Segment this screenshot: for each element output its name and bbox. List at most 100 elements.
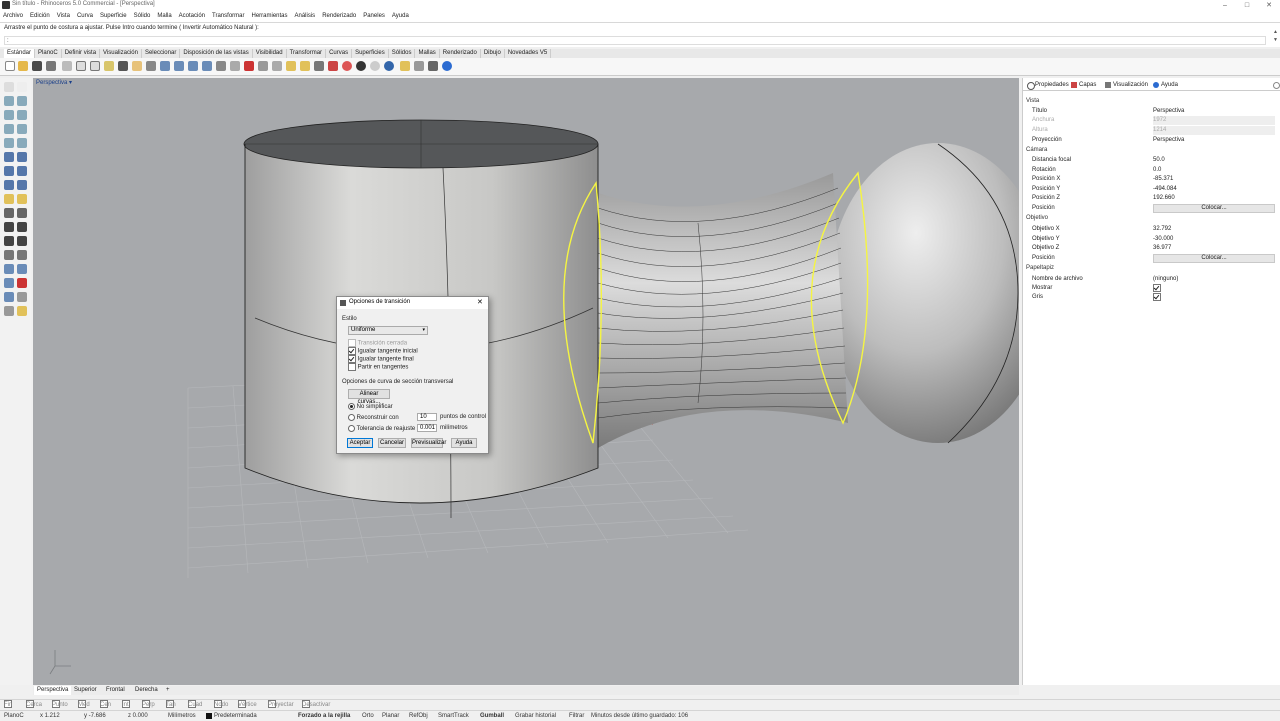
- arc-icon[interactable]: [17, 138, 27, 148]
- split-icon[interactable]: [17, 222, 27, 232]
- control-points-icon[interactable]: [4, 292, 14, 302]
- maximize-button[interactable]: □: [1236, 0, 1258, 11]
- cut-icon[interactable]: [76, 61, 86, 71]
- fillet-surface-icon[interactable]: [17, 194, 27, 204]
- blend-surface-icon[interactable]: [4, 194, 14, 204]
- box-icon[interactable]: [4, 166, 14, 176]
- print-icon[interactable]: [46, 61, 56, 71]
- vtab-superior[interactable]: Superior: [71, 686, 100, 695]
- menu-archivo[interactable]: Archivo: [3, 11, 23, 22]
- objz-value[interactable]: 36.977: [1153, 244, 1275, 253]
- vtab-add[interactable]: +: [163, 686, 173, 695]
- undo-icon[interactable]: [118, 61, 128, 71]
- tab-visualizacion[interactable]: Visualización: [100, 49, 142, 58]
- help-button[interactable]: Ayuda: [451, 438, 477, 448]
- closed-blend-option[interactable]: Transición cerrada: [348, 339, 407, 347]
- match-start-option[interactable]: Igualar tangente inicial: [348, 347, 418, 355]
- zoom-window-icon[interactable]: [174, 61, 184, 71]
- tab-definir-vista[interactable]: Definir vista: [62, 49, 101, 58]
- viewport-scene[interactable]: [33, 78, 1019, 685]
- split-option[interactable]: Partir en tangentes: [348, 363, 408, 371]
- select-arrow-icon[interactable]: [4, 82, 14, 92]
- menu-solido[interactable]: Sólido: [134, 11, 151, 22]
- close-button[interactable]: ✕: [1258, 0, 1280, 11]
- paste-icon[interactable]: [104, 61, 114, 71]
- objy-value[interactable]: -30.000: [1153, 235, 1275, 244]
- rebuild-points-input[interactable]: 10: [417, 413, 437, 421]
- focal-value[interactable]: 50.0: [1153, 156, 1275, 165]
- tab-seleccionar[interactable]: Seleccionar: [142, 49, 181, 58]
- open-folder-icon[interactable]: [18, 61, 28, 71]
- menu-acotacion[interactable]: Acotación: [179, 11, 205, 22]
- tab-disposicion[interactable]: Disposición de las vistas: [180, 49, 253, 58]
- style-dropdown[interactable]: Uniforme ▾: [348, 326, 428, 335]
- menu-malla[interactable]: Malla: [157, 11, 171, 22]
- menu-superficie[interactable]: Superficie: [100, 11, 127, 22]
- point-icon[interactable]: [17, 82, 27, 92]
- rebuild-radio[interactable]: [348, 414, 355, 421]
- menu-paneles[interactable]: Paneles: [363, 11, 385, 22]
- proyeccion-dropdown[interactable]: Perspectiva: [1153, 136, 1275, 145]
- new-file-icon[interactable]: [5, 61, 15, 71]
- scale-icon[interactable]: [4, 278, 14, 288]
- tab-visibilidad[interactable]: Visibilidad: [253, 49, 287, 58]
- surface-icon[interactable]: [4, 152, 14, 162]
- preview-button[interactable]: Previsualizar: [411, 438, 446, 448]
- tolerance-radio[interactable]: [348, 425, 355, 432]
- join-icon[interactable]: [4, 236, 14, 246]
- ok-button[interactable]: Aceptar: [347, 438, 373, 448]
- import-icon[interactable]: [62, 61, 72, 71]
- zoom-extents-icon[interactable]: [188, 61, 198, 71]
- environment-sphere-icon[interactable]: [384, 61, 394, 71]
- menu-edicion[interactable]: Edición: [30, 11, 50, 22]
- show-objects-icon[interactable]: [300, 61, 310, 71]
- tab-display[interactable]: Visualización: [1113, 80, 1148, 90]
- cplane-icon[interactable]: [4, 306, 14, 316]
- posy-value[interactable]: -494.084: [1153, 185, 1275, 194]
- tab-superficies[interactable]: Superficies: [352, 49, 389, 58]
- tab-dibujo[interactable]: Dibujo: [481, 49, 505, 58]
- posx-value[interactable]: -85.371: [1153, 175, 1275, 184]
- match-end-option[interactable]: Igualar tangente final: [348, 355, 414, 363]
- color-wheel-icon[interactable]: [342, 61, 352, 71]
- rotate-tool-icon[interactable]: [17, 250, 27, 260]
- help-icon[interactable]: [442, 61, 452, 71]
- tolerance-input[interactable]: 0.001: [417, 424, 437, 432]
- scroll-down-icon[interactable]: ▼: [1272, 37, 1279, 44]
- lightbulb-icon[interactable]: [286, 61, 296, 71]
- curve-icon[interactable]: [4, 110, 14, 120]
- analyze-icon[interactable]: [17, 278, 27, 288]
- edit-points-icon[interactable]: [17, 292, 27, 302]
- tab-layers[interactable]: Capas: [1079, 80, 1096, 90]
- posz-value[interactable]: 192.660: [1153, 194, 1275, 203]
- layer-color-icon[interactable]: [328, 61, 338, 71]
- match-start-checkbox[interactable]: [348, 347, 356, 355]
- perspective-viewport[interactable]: Perspectiva ▾: [33, 78, 1019, 685]
- boolean-icon[interactable]: [17, 180, 27, 190]
- menu-renderizado[interactable]: Renderizado: [322, 11, 356, 22]
- gris-checkbox[interactable]: [1153, 293, 1161, 301]
- place-camera-button[interactable]: Colocar...: [1153, 204, 1275, 213]
- grid-icon[interactable]: [230, 61, 240, 71]
- blend-surface[interactable]: [598, 173, 848, 448]
- panel-settings-icon[interactable]: [1273, 82, 1280, 89]
- menu-herramientas[interactable]: Herramientas: [251, 11, 287, 22]
- viewport-title[interactable]: Perspectiva ▾: [36, 79, 72, 86]
- dialog-close-icon[interactable]: ✕: [477, 298, 483, 306]
- tab-properties[interactable]: Propiedades: [1035, 80, 1069, 90]
- split-checkbox[interactable]: [348, 363, 356, 371]
- bulb-surface[interactable]: [828, 143, 1019, 443]
- properties-icon[interactable]: [428, 61, 438, 71]
- menu-transformar[interactable]: Transformar: [212, 11, 244, 22]
- tab-estandar[interactable]: Estándar: [4, 49, 36, 58]
- scroll-up-icon[interactable]: ▲: [1272, 29, 1279, 36]
- move-tool-icon[interactable]: [4, 250, 14, 260]
- zoom-icon[interactable]: [160, 61, 170, 71]
- no-simplify-radio[interactable]: [348, 403, 355, 410]
- mirror-icon[interactable]: [17, 264, 27, 274]
- rebuild-option[interactable]: Reconstruir con: [348, 414, 399, 421]
- tab-solidos[interactable]: Sólidos: [389, 49, 416, 58]
- options-gear-icon[interactable]: [414, 61, 424, 71]
- menu-ayuda[interactable]: Ayuda: [392, 11, 409, 22]
- menu-vista[interactable]: Vista: [57, 11, 70, 22]
